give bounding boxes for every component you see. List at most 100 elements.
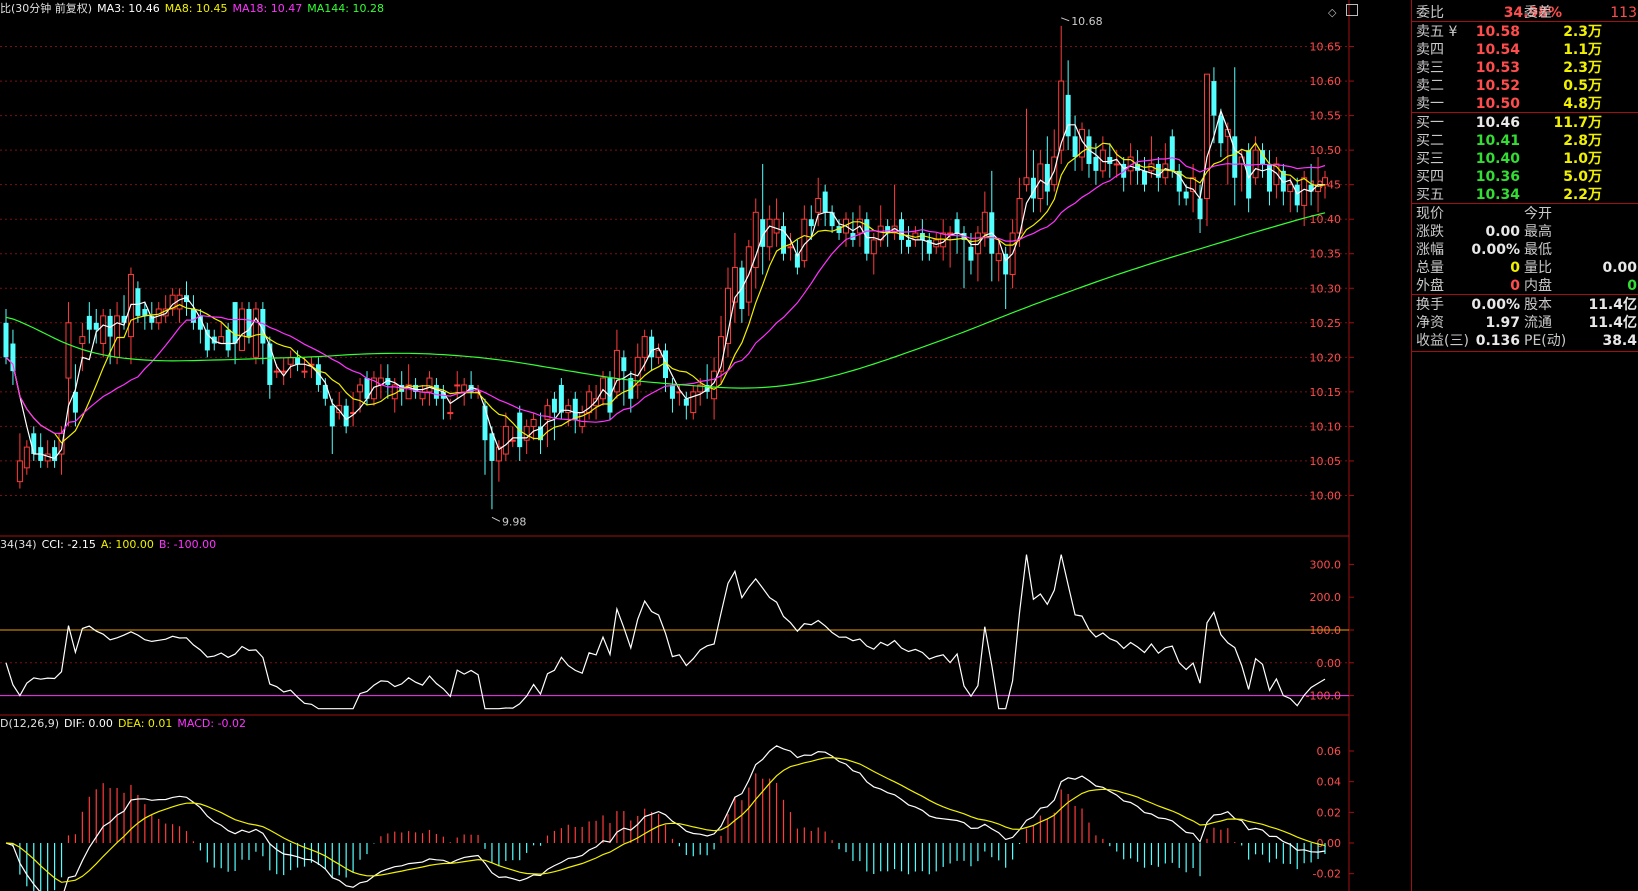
- candle-body: [690, 391, 697, 414]
- quote-row: 卖五 ¥ 10.58 2.3万: [1412, 23, 1638, 42]
- quote-cell: 11.4亿: [1588, 315, 1637, 331]
- candle-body: [1232, 136, 1238, 178]
- ma8-line: [5, 142, 1326, 444]
- maximize-icon[interactable]: [1346, 4, 1358, 16]
- quote-cell: 10.52: [1475, 78, 1520, 94]
- candle-body: [669, 384, 675, 399]
- candle-body: [1322, 177, 1328, 186]
- quote-cell: 113: [1610, 5, 1637, 21]
- candle-body: [1211, 81, 1217, 116]
- diamond-icon[interactable]: ◇: [1328, 6, 1336, 19]
- quote-row: 收益(三) 0.136 PE(动) 38.4: [1412, 332, 1638, 351]
- candle-body: [315, 364, 321, 385]
- quote-cell: 涨幅: [1416, 242, 1444, 258]
- quote-cell: 11.7万: [1553, 115, 1602, 131]
- price-tick-label: 10.65: [1310, 41, 1342, 54]
- quote-row: 买五 10.34 2.2万: [1412, 186, 1638, 205]
- price-tick-label: 10.15: [1310, 386, 1342, 399]
- candle-body: [822, 191, 828, 213]
- quote-cell: 0.00%: [1471, 242, 1520, 258]
- quote-cell: 2.8万: [1563, 133, 1602, 149]
- candle-body: [1169, 136, 1175, 171]
- quote-cell: 内盘: [1524, 278, 1552, 294]
- quote-row: 换手 0.00% 股本 11.4亿: [1412, 296, 1638, 315]
- macd-label-2: DEA: 0.01: [117, 717, 173, 730]
- candle-body: [981, 211, 988, 234]
- candle-body: [1252, 149, 1259, 179]
- macd-label-3: MACD: -0.02: [177, 717, 247, 730]
- price-tick-label: 10.00: [1310, 489, 1342, 502]
- candle-body: [357, 384, 364, 393]
- quote-row: 委比 34.98% 委差 113: [1412, 4, 1638, 23]
- candle-body: [16, 460, 23, 483]
- candle-body: [329, 405, 335, 427]
- candle-body: [246, 308, 252, 337]
- high-price-label: 10.68: [1071, 15, 1103, 28]
- candle-body: [1203, 73, 1210, 199]
- chart-canvas[interactable]: 10.6510.6010.5510.5010.4510.4010.3510.30…: [0, 0, 1410, 891]
- quote-cell: 0.5万: [1563, 78, 1602, 94]
- quote-cell: 2.3万: [1563, 24, 1602, 40]
- price-tick-label: 10.10: [1310, 420, 1342, 433]
- quote-cell: 流通: [1524, 315, 1552, 331]
- candle-body: [31, 433, 37, 455]
- quote-row: 外盘 0 内盘 0: [1412, 277, 1638, 296]
- quote-cell: 2.3万: [1563, 60, 1602, 76]
- candle-body: [86, 315, 92, 330]
- quote-cell: 0.136: [1475, 333, 1520, 349]
- quote-cell: 10.40: [1475, 151, 1520, 167]
- quote-cell: 10.34: [1475, 187, 1520, 203]
- price-tick-label: 10.20: [1310, 351, 1342, 364]
- dif-line: [5, 745, 1326, 891]
- candle-body: [766, 218, 773, 248]
- main-label-2: MA8: 10.45: [164, 2, 228, 15]
- main-label-4: MA144: 10.28: [307, 2, 384, 15]
- cci-tick-label: 200.0: [1310, 591, 1342, 604]
- macd-indicator-header: D(12,26,9) DIF: 0.00 DEA: 0.01 MACD: -0.02: [0, 717, 251, 731]
- candle-body: [621, 357, 627, 372]
- quote-cell: 买五: [1416, 187, 1444, 203]
- quote-row: 买二 10.41 2.8万: [1412, 132, 1638, 151]
- main-label-0: 比(30分钟 前复权): [0, 2, 93, 15]
- quote-cell: 1.97: [1485, 315, 1520, 331]
- low-marker: [491, 516, 501, 522]
- quote-row: 净资 1.97 流通 11.4亿: [1412, 314, 1638, 333]
- quote-cell: 10.53: [1475, 60, 1520, 76]
- candle-body: [558, 384, 564, 413]
- quote-cell: 总量: [1416, 260, 1444, 276]
- candle-body: [530, 418, 537, 427]
- candle-body: [295, 357, 301, 365]
- quote-cell: 卖一: [1416, 96, 1444, 112]
- candle-body: [65, 322, 72, 379]
- cci-tick-label: 300.0: [1310, 558, 1342, 571]
- quote-cell: 买四: [1416, 169, 1444, 185]
- cci-indicator-header: 34(34) CCI: -2.15 A: 100.00 B: -100.00: [0, 538, 221, 552]
- candle-body: [968, 246, 974, 261]
- candle-body: [1183, 191, 1189, 199]
- candle-body: [204, 329, 210, 351]
- candle-body: [641, 336, 648, 358]
- candle-body: [482, 405, 488, 441]
- candle-body: [565, 405, 572, 414]
- candle-body: [454, 384, 461, 387]
- candle-body: [572, 398, 578, 420]
- candle-body: [815, 197, 822, 213]
- candle-body: [870, 239, 877, 255]
- candle-body: [905, 239, 911, 247]
- quote-cell: 卖四: [1416, 42, 1444, 58]
- candle-body: [1044, 163, 1050, 192]
- chart-area[interactable]: 10.65 10.60 10.55 10.50 10.45 10.40 10.35 10.30…: [0, 0, 1410, 891]
- low-price-label: 9.98: [502, 515, 527, 528]
- quote-cell: 现价: [1416, 206, 1444, 222]
- price-tick-label: 10.30: [1310, 282, 1342, 295]
- quote-cell: 收益(三): [1416, 333, 1469, 349]
- quote-cell: 买三: [1416, 151, 1444, 167]
- price-tick-label: 10.55: [1310, 110, 1342, 123]
- quote-cell: 1.0万: [1563, 151, 1602, 167]
- candle-body: [135, 288, 141, 316]
- candle-body: [190, 308, 196, 323]
- macd-label-0: D(12,26,9): [0, 717, 60, 730]
- candle-body: [1197, 198, 1203, 220]
- macd-tick-label: 0.02: [1317, 806, 1342, 819]
- quote-cell: 最高: [1524, 224, 1552, 240]
